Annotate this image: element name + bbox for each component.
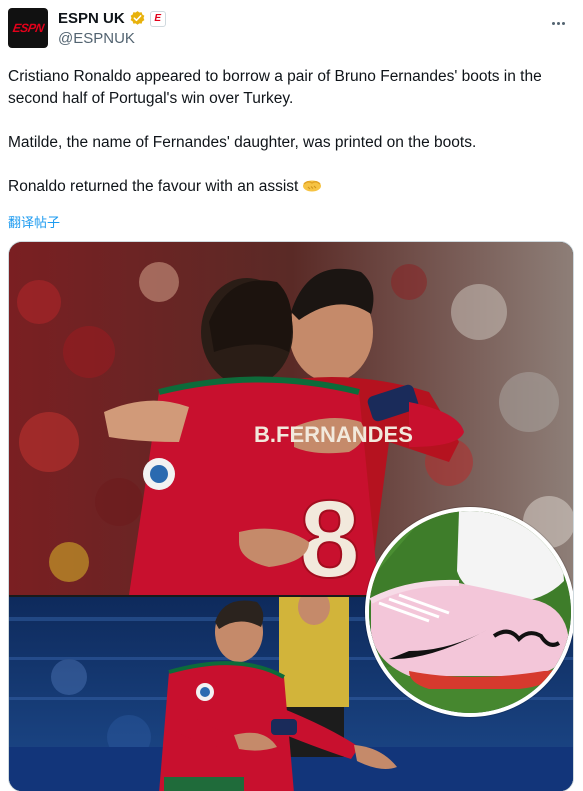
account-handle[interactable]: @ESPNUK — [58, 30, 135, 47]
espn-logo: ESPN — [11, 21, 45, 35]
shirt-name-text: B.FERNANDES — [254, 422, 413, 447]
account-name-row: ESPN UK E — [58, 10, 166, 27]
photo-boot-inset[interactable] — [365, 507, 573, 717]
tweet-media[interactable]: B.FERNANDES 8 — [8, 241, 574, 791]
tweet-text-paragraph-1: Cristiano Ronaldo appeared to borrow a p… — [8, 68, 542, 107]
more-options-icon[interactable] — [547, 12, 569, 34]
handshake-emoji-icon — [303, 180, 322, 192]
shirt-number-text: 8 — [299, 478, 360, 595]
tweet-text-line-3: Ronaldo returned the favour with an assi… — [8, 178, 299, 195]
tweet-text-paragraph-3: Ronaldo returned the favour with an assi… — [8, 176, 573, 198]
tweet-text-paragraph-2: Matilde, the name of Fernandes' daughter… — [8, 134, 477, 151]
tweet-text: Cristiano Ronaldo appeared to borrow a p… — [8, 66, 573, 198]
tweet-header: ESPN ESPN UK E @ESPNUK — [8, 8, 575, 52]
espn-affiliate-icon[interactable]: E — [149, 10, 166, 27]
verified-badge-icon[interactable] — [129, 10, 146, 27]
translate-post-link[interactable]: 翻译帖子 — [8, 212, 60, 231]
avatar[interactable]: ESPN — [8, 8, 48, 48]
display-name[interactable]: ESPN UK — [58, 10, 125, 27]
